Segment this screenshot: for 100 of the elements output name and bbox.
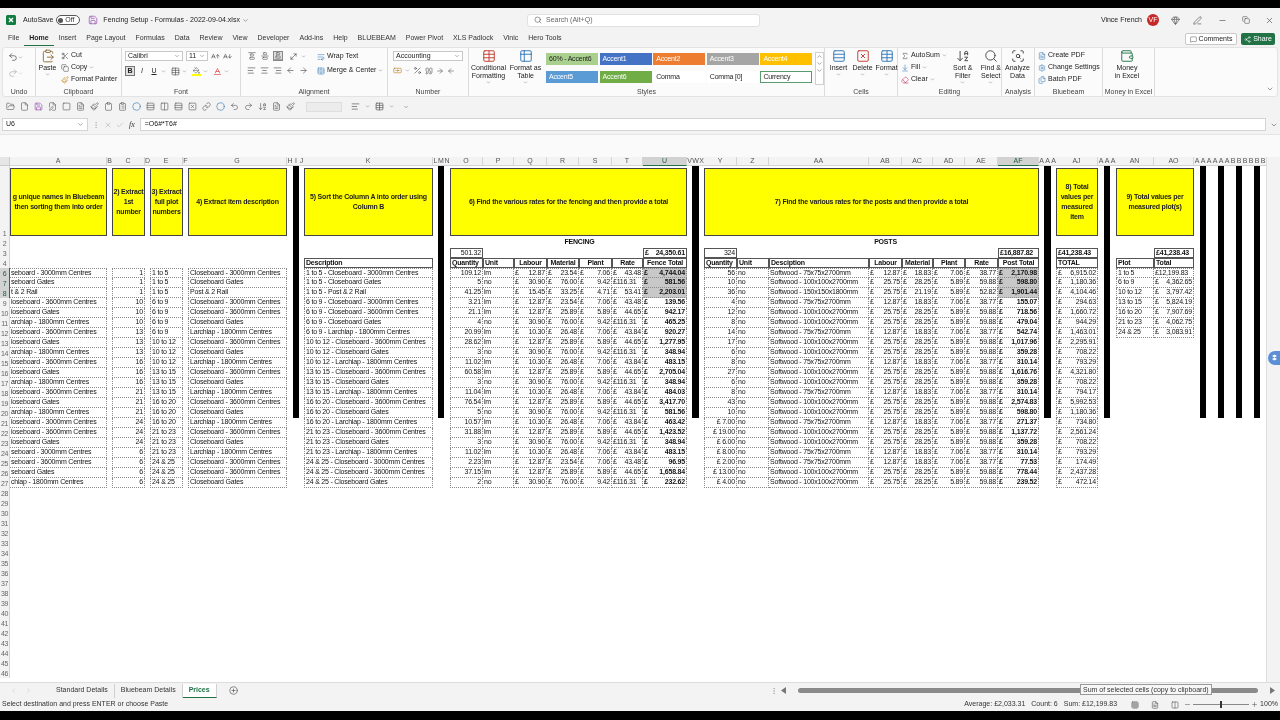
cancel-icon[interactable]: [104, 120, 112, 129]
fill-bucket-icon[interactable]: [192, 66, 201, 76]
diamond-icon[interactable]: [1171, 15, 1180, 25]
grow-font-icon[interactable]: [211, 51, 220, 61]
close-icon[interactable]: [1265, 15, 1274, 25]
page-layout-icon[interactable]: [1151, 700, 1160, 709]
circle-icon[interactable]: [216, 102, 225, 111]
caret-icon[interactable]: [301, 53, 306, 59]
arrow-left-icon[interactable]: [447, 66, 455, 75]
scroll-down-icon[interactable]: [816, 60, 823, 67]
bottom-align-icon[interactable]: [273, 51, 283, 61]
undo-icon[interactable]: [230, 102, 239, 111]
file-icon[interactable]: [20, 102, 29, 111]
redo-icon[interactable]: [8, 68, 18, 78]
align-left-icon[interactable]: [351, 102, 360, 111]
check-icon[interactable]: [116, 120, 124, 129]
align-center-icon[interactable]: [260, 66, 269, 75]
caret-icon: [836, 72, 841, 77]
speech-bubble-icon: [1189, 35, 1197, 43]
sort-icon[interactable]: [258, 102, 267, 111]
rows-icon[interactable]: [174, 102, 183, 111]
brush-icon[interactable]: [286, 102, 295, 111]
caret-icon[interactable]: [224, 68, 229, 74]
toggle-knob-icon: [58, 17, 64, 23]
restore-icon[interactable]: [1242, 16, 1250, 24]
clipboard-icon[interactable]: [104, 102, 113, 111]
file-pen-icon[interactable]: [48, 102, 57, 111]
caret-icon: [89, 65, 95, 70]
clipboard-list-icon[interactable]: [118, 102, 127, 111]
caret-icon: [45, 72, 50, 77]
caret-icon: [18, 70, 23, 76]
insert-function-button[interactable]: fx: [128, 118, 136, 131]
wallet-icon: [1120, 49, 1134, 63]
redo-icon[interactable]: [244, 102, 253, 111]
wrap-icon: [317, 52, 325, 61]
link-icon[interactable]: [202, 102, 211, 111]
document-icon[interactable]: [76, 102, 85, 111]
document-icon: [1038, 51, 1046, 60]
clipboard-icon: [40, 49, 55, 63]
more-styles-icon[interactable]: [816, 67, 823, 74]
pen-icon[interactable]: [1193, 15, 1202, 25]
save-icon[interactable]: [88, 15, 99, 25]
caret-icon[interactable]: [405, 68, 410, 73]
shrink-font-icon[interactable]: [223, 51, 232, 61]
caret-icon[interactable]: [241, 16, 249, 24]
paintbrush-icon: [61, 75, 69, 84]
circle-icon[interactable]: [132, 102, 141, 111]
gear-icon: [1038, 63, 1046, 72]
vertical-scrollbar[interactable]: [1266, 157, 1280, 682]
undo-icon[interactable]: [8, 52, 18, 62]
floating-badge-icon[interactable]: [1268, 351, 1280, 365]
caret-icon: [921, 65, 927, 70]
zoom-in-icon[interactable]: [1251, 701, 1259, 708]
font-color-icon[interactable]: [213, 66, 222, 76]
table-icon[interactable]: [375, 102, 384, 111]
columns-icon[interactable]: [160, 102, 169, 111]
document-icon[interactable]: [272, 102, 281, 111]
scissors-icon: [61, 51, 69, 60]
arrow-right-icon[interactable]: [436, 66, 444, 75]
copy-icon: [61, 63, 69, 72]
align-left-icon[interactable]: [247, 66, 256, 75]
caret-icon[interactable]: [161, 68, 166, 74]
documents-icon: [1038, 75, 1046, 84]
scroll-up-icon[interactable]: [816, 53, 823, 60]
middle-align-icon[interactable]: [260, 51, 270, 61]
caret-icon: [18, 54, 23, 60]
arrow-left-icon[interactable]: [286, 66, 295, 75]
banknote-icon[interactable]: [393, 66, 402, 75]
caret-icon: [77, 121, 84, 128]
add-sheet-icon[interactable]: [228, 686, 238, 695]
top-align-icon[interactable]: [247, 51, 257, 61]
rows-icon[interactable]: [146, 102, 155, 111]
align-right-icon[interactable]: [273, 66, 282, 75]
customize-toolbar-icon[interactable]: [403, 103, 409, 110]
caret-icon: [960, 80, 966, 85]
grid-icon[interactable]: [171, 66, 180, 76]
table-icon: [879, 49, 894, 63]
caret-icon[interactable]: [182, 68, 187, 74]
square-x-icon[interactable]: [188, 102, 197, 111]
square-icon[interactable]: [62, 102, 71, 111]
percent-icon[interactable]: [413, 66, 422, 75]
quote-marks-icon[interactable]: [425, 66, 433, 75]
brush-icon[interactable]: [90, 102, 99, 111]
table-icon: [481, 49, 496, 63]
caret-icon: [988, 80, 994, 85]
caret-icon: [454, 53, 460, 59]
caret-icon[interactable]: [203, 68, 208, 74]
merge-cells-icon: [317, 66, 325, 75]
arrow-right-icon[interactable]: [299, 66, 308, 75]
diagonal-arrow-icon[interactable]: [289, 51, 298, 61]
caret-icon[interactable]: [389, 104, 394, 109]
normal-view-icon[interactable]: [1131, 700, 1140, 709]
zoom-slider-thumb[interactable]: [1220, 701, 1223, 708]
collapse-ribbon-icon[interactable]: [1266, 85, 1274, 93]
page-break-icon[interactable]: [1171, 700, 1180, 709]
save-icon[interactable]: [34, 102, 43, 111]
zoom-out-icon[interactable]: [1184, 701, 1192, 708]
folder-icon[interactable]: [6, 102, 15, 111]
caret-icon[interactable]: [365, 104, 370, 109]
caret-icon: [929, 77, 935, 82]
